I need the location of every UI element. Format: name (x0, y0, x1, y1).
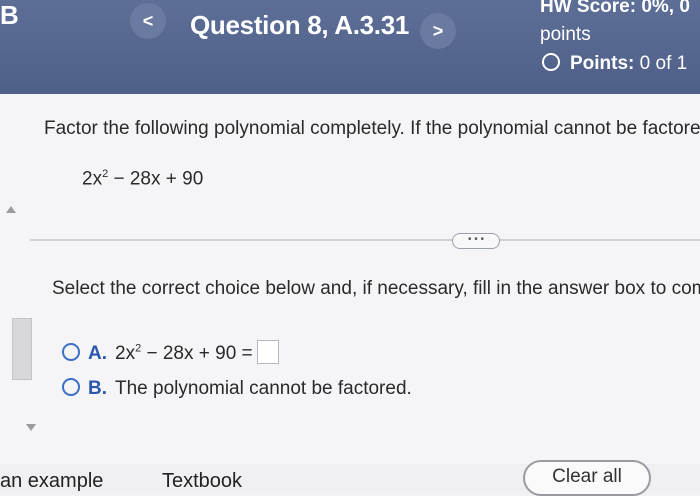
expand-more-button[interactable]: • • • (452, 233, 500, 249)
scroll-down-arrow-icon[interactable] (26, 424, 36, 431)
choice-a-prefix: 2x (115, 343, 136, 364)
question-title: Question 8, A.3.31 (190, 10, 410, 40)
clear-all-button[interactable]: Clear all (523, 460, 651, 496)
points-value: 0 of 1 (639, 53, 688, 74)
poly-prefix: 2x (82, 168, 103, 190)
question-instruction: Factor the following polynomial complete… (44, 118, 700, 139)
hw-score-sub: points (540, 24, 591, 45)
header-left-letter: B (0, 0, 19, 30)
scrollbar-thumb[interactable] (12, 318, 32, 380)
hw-score: HW Score: 0%, 0 (540, 0, 690, 17)
choice-a[interactable]: A. 2x2 − 28x + 90 = (62, 340, 279, 365)
answer-input-box[interactable] (256, 340, 279, 364)
choice-b-letter: B. (88, 378, 107, 399)
choice-a-radio[interactable] (62, 343, 80, 361)
top-header: B < Question 8, A.3.31 > HW Score: 0%, 0… (0, 0, 700, 94)
points-label: Points: (570, 53, 635, 74)
answer-instruction: Select the correct choice below and, if … (52, 278, 700, 299)
view-example-link[interactable]: an example (0, 470, 103, 493)
choice-b[interactable]: B. The polynomial cannot be factored. (62, 378, 412, 400)
scroll-up-arrow-icon[interactable] (6, 206, 16, 213)
points-indicator: Points: 0 of 1 (542, 53, 687, 75)
choice-b-text: The polynomial cannot be factored. (115, 378, 412, 399)
choice-a-suffix: − 28x + 90 = (141, 343, 253, 364)
choice-a-letter: A. (88, 343, 107, 364)
question-polynomial: 2x2 − 28x + 90 (82, 168, 203, 190)
section-divider (30, 239, 700, 241)
next-question-button[interactable]: > (420, 13, 456, 49)
points-circle-icon (542, 53, 560, 71)
poly-suffix: − 28x + 90 (108, 168, 204, 190)
choice-b-radio[interactable] (62, 378, 80, 396)
textbook-link[interactable]: Textbook (162, 470, 242, 493)
previous-question-button[interactable]: < (130, 3, 166, 39)
